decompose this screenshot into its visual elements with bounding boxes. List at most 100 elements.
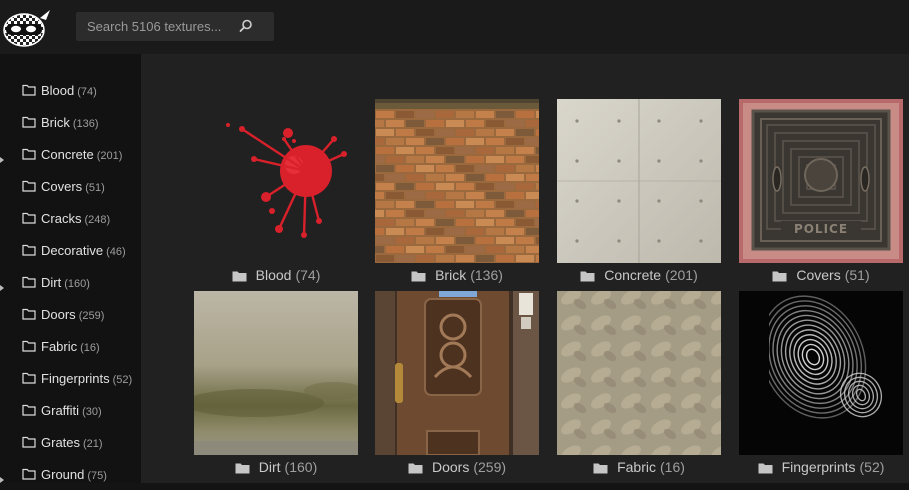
expand-arrow-icon[interactable] [0, 279, 4, 291]
category-name: Concrete [41, 146, 94, 162]
search-icon[interactable] [239, 19, 253, 33]
sidebar-item-grates[interactable]: Grates (21) [0, 426, 141, 458]
category-count: (30) [82, 405, 102, 418]
folder-icon [408, 461, 423, 474]
category-name: Covers [41, 178, 83, 194]
sidebar-item-label: Fingerprints (52) [41, 371, 132, 386]
tile-caption[interactable]: Concrete (201) [557, 265, 721, 285]
folder-icon [22, 116, 36, 128]
category-count: (259) [78, 309, 105, 322]
sidebar-item-cracks[interactable]: Cracks (248) [0, 202, 141, 234]
tile-count: (160) [284, 459, 318, 475]
sidebar-item-label: Cracks (248) [41, 211, 110, 226]
category-count: (74) [77, 85, 97, 98]
texture-tile-doors[interactable]: Doors (259) [375, 291, 539, 477]
sidebar-item-graffiti[interactable]: Graffiti (30) [0, 394, 141, 426]
texture-tile-blood[interactable]: Blood (74) [194, 99, 358, 285]
sidebar-item-doors[interactable]: Doors (259) [0, 298, 141, 330]
manhole-cover-thumbnail[interactable]: POLICE [739, 99, 903, 263]
tile-label: Fabric [617, 459, 656, 475]
folder-icon [22, 340, 36, 352]
wooden-door-thumbnail[interactable] [375, 291, 539, 455]
category-name: Dirt [41, 274, 62, 290]
sidebar-item-fabric[interactable]: Fabric (16) [0, 330, 141, 362]
fingerprint-thumbnail[interactable] [739, 291, 903, 455]
category-count: (46) [106, 245, 126, 258]
category-count: (248) [84, 213, 111, 226]
folder-icon [22, 404, 36, 416]
folder-icon [22, 468, 36, 480]
folder-icon [22, 276, 36, 288]
folder-icon [772, 269, 787, 282]
texture-tile-fabric[interactable]: Fabric (16) [557, 291, 721, 477]
manhole-text: POLICE [794, 222, 848, 236]
folder-icon [580, 269, 595, 282]
tile-label: Dirt [258, 459, 281, 475]
tile-count: (74) [295, 267, 321, 283]
texture-tile-covers[interactable]: POLICE Covers (51) [739, 99, 903, 285]
sidebar-item-label: Decorative (46) [41, 243, 126, 258]
category-name: Fingerprints [41, 370, 110, 386]
sidebar-item-label: Doors (259) [41, 307, 104, 322]
ninja-logo-icon[interactable] [2, 6, 52, 48]
tile-caption[interactable]: Dirt (160) [194, 457, 358, 477]
tile-caption[interactable]: Doors (259) [375, 457, 539, 477]
tile-count: (52) [859, 459, 885, 475]
category-sidebar: Blood (74) Brick (136) Concrete (201) Covers (5… [0, 54, 141, 483]
category-count: (21) [83, 437, 103, 450]
sidebar-item-label: Fabric (16) [41, 339, 100, 354]
sidebar-item-blood[interactable]: Blood (74) [0, 74, 141, 106]
sidebar-item-dirt[interactable]: Dirt (160) [0, 266, 141, 298]
texture-tile-fingerprints[interactable]: Fingerprints (52) [739, 291, 903, 477]
texture-tile-brick[interactable]: Brick (136) [375, 99, 539, 285]
sidebar-item-fingerprints[interactable]: Fingerprints (52) [0, 362, 141, 394]
folder-icon [593, 461, 608, 474]
tile-label: Blood [255, 267, 292, 283]
sidebar-item-decorative[interactable]: Decorative (46) [0, 234, 141, 266]
tile-caption[interactable]: Blood (74) [194, 265, 358, 285]
texture-grid: Blood (74) Brick (136) Concrete (201) POLICE… [141, 54, 909, 483]
brick-wall-thumbnail[interactable] [375, 99, 539, 263]
category-name: Grates [41, 434, 81, 450]
sidebar-item-covers[interactable]: Covers (51) [0, 170, 141, 202]
tile-label: Concrete [604, 267, 662, 283]
tile-count: (51) [844, 267, 870, 283]
tile-caption[interactable]: Brick (136) [375, 265, 539, 285]
folder-icon [232, 269, 247, 282]
concrete-wall-thumbnail[interactable] [557, 99, 721, 263]
category-count: (160) [64, 277, 90, 290]
category-name: Doors [41, 306, 76, 322]
tile-caption[interactable]: Fabric (16) [557, 457, 721, 477]
tile-label: Doors [431, 459, 470, 475]
tile-label: Brick [435, 267, 467, 283]
tile-label: Fingerprints [781, 459, 856, 475]
folder-icon [235, 461, 250, 474]
tile-count: (259) [473, 459, 507, 475]
blood-splatter-thumbnail[interactable] [194, 99, 358, 263]
tile-caption[interactable]: Covers (51) [739, 265, 903, 285]
floral-fabric-thumbnail[interactable] [557, 291, 721, 455]
category-name: Graffiti [41, 402, 80, 418]
sidebar-item-concrete[interactable]: Concrete (201) [0, 138, 141, 170]
folder-icon [22, 180, 36, 192]
search-box[interactable] [76, 12, 274, 41]
sidebar-item-label: Brick (136) [41, 115, 99, 130]
category-name: Brick [41, 114, 70, 130]
search-input[interactable] [76, 12, 236, 41]
sidebar-item-label: Dirt (160) [41, 275, 90, 290]
texture-tile-dirt[interactable]: Dirt (160) [194, 291, 358, 477]
dirty-wall-thumbnail[interactable] [194, 291, 358, 455]
sidebar-item-brick[interactable]: Brick (136) [0, 106, 141, 138]
expand-arrow-icon[interactable] [0, 151, 4, 163]
expand-arrow-icon[interactable] [0, 471, 4, 483]
sidebar-item-ground[interactable]: Ground (75) [0, 458, 141, 490]
tile-caption[interactable]: Fingerprints (52) [739, 457, 903, 477]
tile-label: Covers [796, 267, 841, 283]
category-name: Fabric [41, 338, 78, 354]
folder-icon [22, 84, 36, 96]
category-count: (136) [72, 117, 99, 130]
category-count: (201) [96, 149, 123, 162]
texture-tile-concrete[interactable]: Concrete (201) [557, 99, 721, 285]
folder-icon [22, 308, 36, 320]
folder-icon [22, 244, 36, 256]
